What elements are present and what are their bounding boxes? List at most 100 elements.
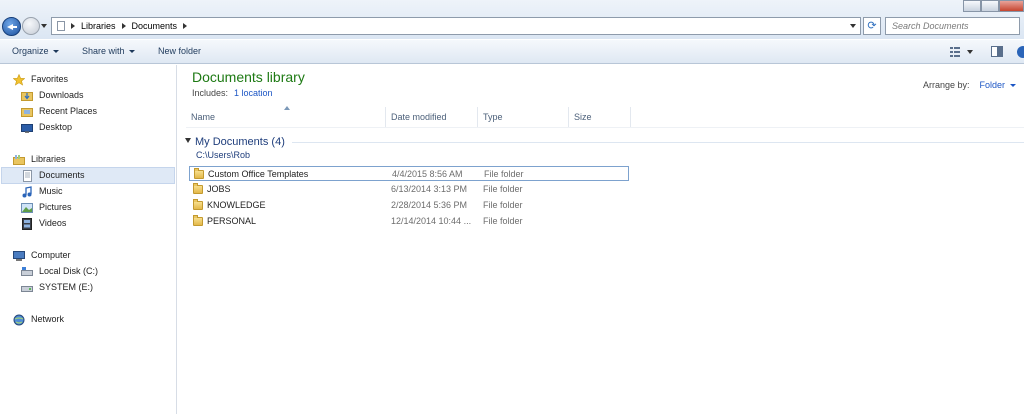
star-icon: [12, 73, 26, 86]
desktop-icon: [21, 122, 33, 133]
library-includes: Includes: 1 location: [192, 88, 273, 98]
pictures-icon: [21, 202, 33, 213]
computer-icon: [13, 250, 25, 261]
address-field[interactable]: Libraries Documents: [51, 17, 861, 35]
nav-item-recent-places[interactable]: Recent Places: [21, 103, 97, 119]
nav-item-label: Documents: [39, 170, 85, 180]
file-name: PERSONAL: [207, 216, 257, 226]
folder-icon: [193, 183, 203, 194]
library-icon: [57, 21, 65, 31]
file-row[interactable]: PERSONAL 12/14/2014 10:44 ... File folde…: [189, 214, 629, 229]
help-button[interactable]: [1016, 46, 1024, 60]
nav-item-system-drive[interactable]: SYSTEM (E:): [21, 279, 93, 295]
group-header[interactable]: My Documents (4): [195, 136, 285, 148]
nav-item-label: Videos: [39, 218, 67, 228]
chevron-down-icon: [52, 50, 59, 54]
nav-item-pictures[interactable]: Pictures: [21, 199, 72, 215]
column-header-size[interactable]: Size: [570, 107, 631, 127]
network-icon: [13, 314, 25, 325]
chevron-right-icon[interactable]: [71, 23, 75, 29]
chevron-down-icon: [128, 50, 135, 54]
file-type: File folder: [483, 216, 523, 226]
share-with-label: Share with: [82, 46, 125, 56]
command-bar: Organize Share with New folder: [0, 40, 1024, 64]
maximize-button[interactable]: [981, 0, 999, 12]
nav-computer[interactable]: Computer: [13, 247, 71, 263]
file-date-modified: 4/4/2015 8:56 AM: [392, 169, 463, 179]
file-date-modified: 6/13/2014 3:13 PM: [391, 184, 468, 194]
file-name: KNOWLEDGE: [207, 200, 266, 210]
file-date-modified: 2/28/2014 5:36 PM: [391, 200, 468, 210]
nav-item-videos[interactable]: Videos: [21, 215, 66, 231]
nav-libraries-label: Libraries: [31, 154, 66, 164]
breadcrumb-libraries[interactable]: Libraries: [81, 21, 116, 31]
preview-pane-button[interactable]: [991, 46, 1003, 59]
videos-icon: [21, 217, 33, 230]
chevron-right-icon[interactable]: [183, 23, 188, 29]
downloads-folder-icon: [21, 90, 33, 101]
header-divider: [186, 127, 1024, 128]
navigation-pane: Favorites Downloads Recent Places Deskto…: [0, 65, 177, 414]
nav-item-label: Local Disk (C:): [39, 266, 99, 276]
drive-icon: [21, 282, 33, 293]
arrange-by-label: Arrange by:: [922, 80, 970, 90]
close-button[interactable]: [999, 0, 1024, 12]
file-type: File folder: [483, 184, 523, 194]
library-title: Documents library: [192, 69, 305, 85]
file-row[interactable]: JOBS 6/13/2014 3:13 PM File folder: [189, 182, 629, 197]
nav-item-label: Recent Places: [39, 106, 98, 116]
chevron-right-icon[interactable]: [121, 23, 126, 29]
column-header-date-modified[interactable]: Date modified: [387, 107, 478, 127]
nav-item-label: Pictures: [39, 202, 72, 212]
arrange-by: Arrange by: Folder: [923, 80, 1016, 90]
file-row[interactable]: KNOWLEDGE 2/28/2014 5:36 PM File folder: [189, 198, 629, 213]
locations-link[interactable]: 1 location: [234, 88, 273, 98]
libraries-icon: [13, 154, 25, 165]
recent-places-icon: [21, 106, 33, 117]
back-button[interactable]: [2, 17, 21, 36]
file-name: JOBS: [207, 184, 231, 194]
chevron-down-icon[interactable]: [1010, 84, 1016, 88]
folder-icon: [193, 199, 203, 210]
column-header-type[interactable]: Type: [479, 107, 569, 127]
music-icon: [21, 185, 33, 197]
refresh-icon[interactable]: ⟳: [863, 17, 881, 35]
minimize-button[interactable]: [963, 0, 981, 12]
address-bar-area: Libraries Documents ⟳ Search Documents: [0, 0, 1024, 39]
nav-item-desktop[interactable]: Desktop: [21, 119, 72, 135]
sort-up-icon: [284, 106, 290, 110]
view-list-icon: [950, 47, 973, 57]
address-history-dropdown[interactable]: [850, 24, 856, 28]
arrange-by-dropdown[interactable]: Folder: [979, 80, 1005, 90]
change-view-button[interactable]: [950, 46, 974, 59]
nav-item-label: Music: [39, 186, 63, 196]
organize-button[interactable]: Organize: [12, 46, 59, 56]
nav-item-downloads[interactable]: Downloads: [21, 87, 84, 103]
search-input[interactable]: Search Documents: [885, 17, 1020, 35]
nav-computer-label: Computer: [31, 250, 71, 260]
organize-label: Organize: [12, 46, 49, 56]
group-divider: [292, 142, 1024, 143]
nav-item-local-disk[interactable]: Local Disk (C:): [21, 263, 98, 279]
nav-favorites-label: Favorites: [31, 74, 69, 84]
nav-network[interactable]: Network: [13, 311, 64, 327]
nav-favorites[interactable]: Favorites: [12, 71, 69, 87]
documents-icon: [21, 169, 33, 182]
file-row[interactable]: Custom Office Templates 4/4/2015 8:56 AM…: [189, 166, 629, 181]
nav-item-label: Downloads: [39, 90, 84, 100]
nav-libraries[interactable]: Libraries: [13, 151, 66, 167]
group-path[interactable]: C:\Users\Rob: [196, 150, 250, 160]
nav-item-documents[interactable]: Documents: [21, 167, 85, 183]
new-folder-button[interactable]: New folder: [158, 46, 201, 56]
collapse-group-icon[interactable]: [185, 138, 191, 143]
share-with-button[interactable]: Share with: [82, 46, 135, 56]
folder-icon: [193, 215, 203, 226]
nav-item-label: Desktop: [39, 122, 73, 132]
column-header-name[interactable]: Name: [187, 107, 386, 127]
recent-pages-dropdown[interactable]: [41, 24, 47, 28]
nav-item-music[interactable]: Music: [21, 183, 63, 199]
forward-button[interactable]: [22, 17, 40, 35]
folder-icon: [194, 168, 204, 179]
breadcrumb-documents[interactable]: Documents: [132, 21, 178, 31]
preview-pane-icon: [991, 46, 1003, 57]
